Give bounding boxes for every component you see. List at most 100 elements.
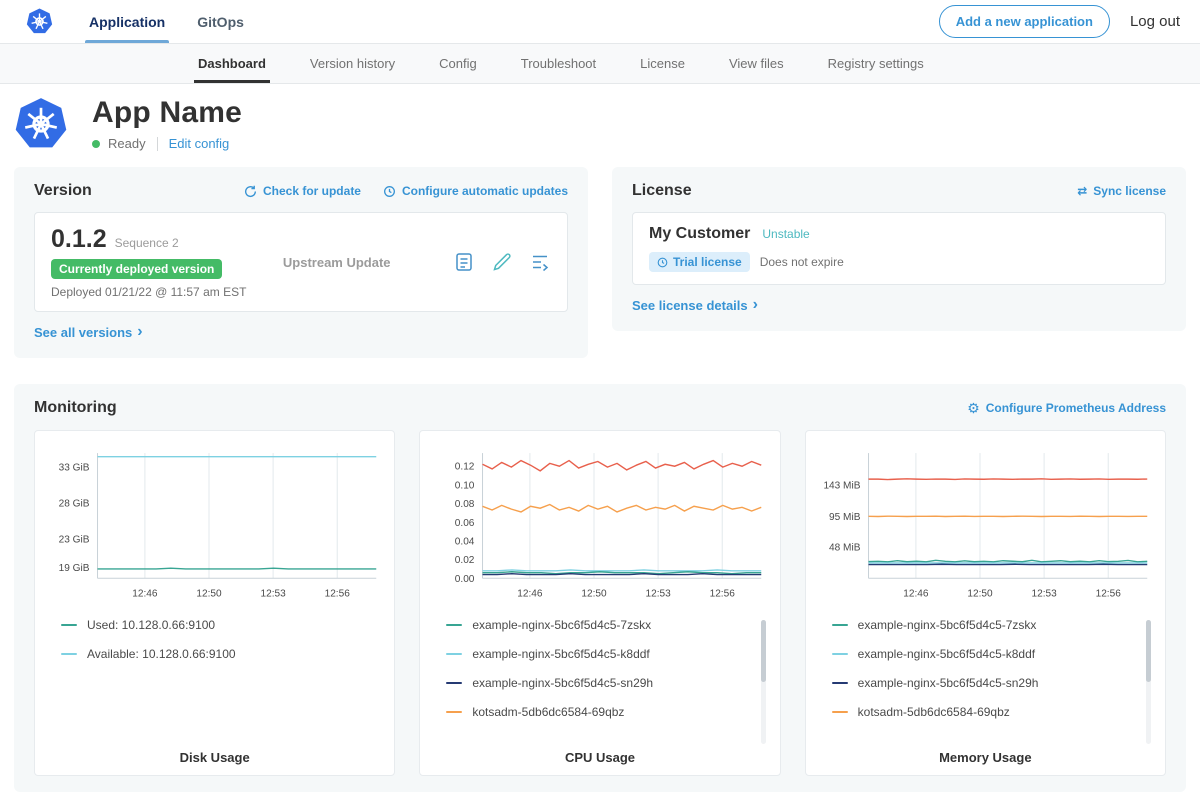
legend-scrollbar[interactable]: [761, 620, 766, 744]
legend-swatch: [832, 653, 848, 655]
app-name-title: App Name: [92, 96, 242, 130]
configure-automatic-updates-link[interactable]: Configure automatic updates: [383, 184, 568, 198]
memory-usage-chart-card: 12:4612:5012:5312:5648 MiB95 MiB143 MiB …: [805, 430, 1166, 777]
version-sequence: Sequence 2: [115, 236, 179, 250]
logs-icon: [529, 251, 551, 273]
disk-usage-legend: Used: 10.128.0.66:9100 Available: 10.128.…: [53, 618, 384, 661]
cpu-usage-chart: 12:4612:5012:5312:560.000.020.040.060.08…: [430, 445, 769, 605]
svg-text:0.00: 0.00: [455, 573, 475, 584]
cpu-usage-chart-card: 12:4612:5012:5312:560.000.020.040.060.08…: [419, 430, 780, 777]
legend-item: Used: 10.128.0.66:9100: [61, 618, 366, 632]
check-for-update-link[interactable]: Check for update: [244, 184, 361, 198]
svg-text:12:50: 12:50: [967, 588, 993, 599]
subnav-tab-version-history[interactable]: Version history: [288, 44, 417, 83]
top-navbar: Application GitOps Add a new application…: [0, 0, 1200, 44]
checklist-icon: [453, 251, 475, 273]
svg-text:12:53: 12:53: [1031, 588, 1057, 599]
preflight-checks-button[interactable]: [453, 251, 475, 273]
subnav-tab-view-files[interactable]: View files: [707, 44, 806, 83]
legend-swatch: [446, 653, 462, 655]
svg-text:12:56: 12:56: [1095, 588, 1121, 599]
see-all-versions-link[interactable]: See all versions ›: [34, 324, 143, 340]
svg-text:0.12: 0.12: [455, 461, 475, 472]
legend-label: example-nginx-5bc6f5d4c5-sn29h: [858, 676, 1039, 690]
see-license-details-link[interactable]: See license details ›: [632, 297, 758, 313]
legend-swatch: [61, 653, 77, 655]
legend-scrollbar[interactable]: [1146, 620, 1151, 744]
svg-text:19 GiB: 19 GiB: [59, 563, 90, 574]
chevron-right-icon: ›: [753, 297, 758, 313]
legend-label: kotsadm-5db6dc6584-69qbz: [472, 705, 624, 719]
svg-text:12:53: 12:53: [646, 588, 672, 599]
add-new-application-button[interactable]: Add a new application: [939, 5, 1110, 38]
legend-label: Used: 10.128.0.66:9100: [87, 618, 215, 632]
config-values-button[interactable]: [491, 251, 513, 273]
refresh-icon: [244, 185, 257, 198]
legend-scrollbar-thumb[interactable]: [1146, 620, 1151, 682]
tab-gitops[interactable]: GitOps: [181, 0, 260, 43]
current-version-panel: 0.1.2 Sequence 2 Currently deployed vers…: [34, 212, 568, 312]
legend-scrollbar-thumb[interactable]: [761, 620, 766, 682]
deployed-badge: Currently deployed version: [51, 259, 222, 279]
sync-icon: ⇄: [1077, 184, 1087, 198]
legend-item: example-nginx-5bc6f5d4c5-k8ddf: [832, 647, 1137, 661]
svg-text:143 MiB: 143 MiB: [823, 480, 860, 491]
chevron-right-icon: ›: [137, 324, 142, 340]
svg-text:95 MiB: 95 MiB: [829, 511, 861, 522]
legend-item: example-nginx-5bc6f5d4c5-k8ddf: [446, 647, 751, 661]
app-header: App Name Ready Edit config: [0, 84, 1200, 161]
customer-name: My Customer: [649, 225, 750, 243]
clock-icon: [657, 257, 668, 268]
logout-link[interactable]: Log out: [1130, 13, 1180, 30]
sync-license-link[interactable]: ⇄ Sync license: [1077, 184, 1166, 198]
kubernetes-logo-icon: [26, 8, 53, 35]
svg-text:12:46: 12:46: [903, 588, 929, 599]
tab-application[interactable]: Application: [73, 0, 181, 43]
trial-license-badge: Trial license: [649, 252, 750, 272]
legend-swatch: [832, 624, 848, 626]
subnav-tab-license[interactable]: License: [618, 44, 707, 83]
memory-usage-legend: example-nginx-5bc6f5d4c5-7zskx example-ng…: [824, 618, 1155, 719]
memory-usage-chart: 12:4612:5012:5312:5648 MiB95 MiB143 MiB: [816, 445, 1155, 605]
svg-text:28 GiB: 28 GiB: [59, 498, 90, 509]
configure-prometheus-link[interactable]: ⚙ Configure Prometheus Address: [967, 401, 1166, 415]
subnav-tab-config[interactable]: Config: [417, 44, 499, 83]
subnav-tab-troubleshoot[interactable]: Troubleshoot: [499, 44, 618, 83]
legend-label: example-nginx-5bc6f5d4c5-k8ddf: [472, 647, 649, 661]
chart-title: CPU Usage: [430, 750, 769, 765]
current-version-number: 0.1.2: [51, 225, 107, 254]
legend-label: example-nginx-5bc6f5d4c5-sn29h: [472, 676, 653, 690]
subnav-tab-dashboard[interactable]: Dashboard: [176, 44, 288, 83]
legend-label: example-nginx-5bc6f5d4c5-7zskx: [858, 618, 1037, 632]
upstream-update-label: Upstream Update: [283, 255, 391, 270]
monitoring-title: Monitoring: [34, 399, 117, 417]
status-dot: [92, 140, 100, 148]
edit-pen-icon: [491, 251, 513, 273]
svg-text:23 GiB: 23 GiB: [59, 534, 90, 545]
svg-text:12:46: 12:46: [518, 588, 544, 599]
legend-item: example-nginx-5bc6f5d4c5-7zskx: [832, 618, 1137, 632]
license-card: License ⇄ Sync license My Customer Unsta…: [612, 167, 1186, 331]
legend-item: kotsadm-5db6dc6584-69qbz: [832, 705, 1137, 719]
subnav-tab-registry-settings[interactable]: Registry settings: [806, 44, 946, 83]
legend-swatch: [446, 682, 462, 684]
svg-text:12:53: 12:53: [260, 588, 286, 599]
legend-swatch: [61, 624, 77, 626]
edit-config-link[interactable]: Edit config: [169, 136, 230, 151]
cpu-usage-legend: example-nginx-5bc6f5d4c5-7zskxexample-ng…: [438, 618, 769, 719]
svg-text:0.08: 0.08: [455, 499, 475, 510]
license-expiration: Does not expire: [760, 255, 844, 269]
automatic-updates-clock-icon: [383, 185, 396, 198]
svg-text:0.10: 0.10: [455, 480, 475, 491]
legend-label: Available: 10.128.0.66:9100: [87, 647, 236, 661]
legend-label: kotsadm-5db6dc6584-69qbz: [858, 705, 1010, 719]
gear-icon: ⚙: [967, 401, 980, 415]
svg-text:12:50: 12:50: [196, 588, 222, 599]
chart-title: Memory Usage: [816, 750, 1155, 765]
deploy-logs-button[interactable]: [529, 251, 551, 273]
svg-text:12:46: 12:46: [132, 588, 158, 599]
app-subnav: Dashboard Version history Config Trouble…: [0, 44, 1200, 84]
divider: [157, 137, 158, 151]
license-channel: Unstable: [762, 227, 809, 241]
legend-swatch: [832, 711, 848, 713]
